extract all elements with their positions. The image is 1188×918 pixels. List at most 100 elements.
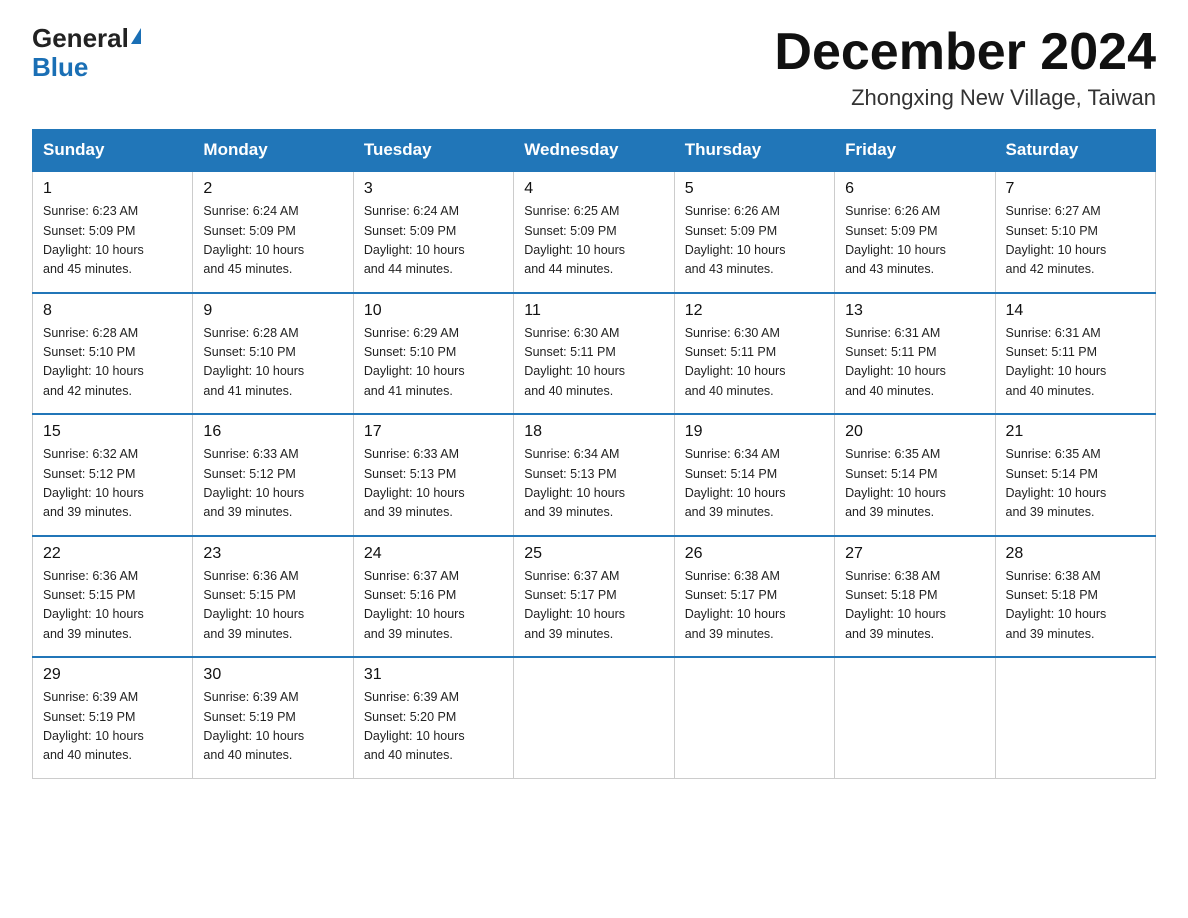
day-info: Sunrise: 6:27 AMSunset: 5:10 PMDaylight:… [1006, 202, 1145, 280]
day-number: 24 [364, 545, 503, 563]
day-number: 27 [845, 545, 984, 563]
logo: General Blue [32, 24, 141, 81]
day-info: Sunrise: 6:30 AMSunset: 5:11 PMDaylight:… [524, 324, 663, 402]
day-info: Sunrise: 6:33 AMSunset: 5:13 PMDaylight:… [364, 445, 503, 523]
day-info: Sunrise: 6:39 AMSunset: 5:19 PMDaylight:… [203, 688, 342, 766]
day-number: 17 [364, 423, 503, 441]
empty-cell [995, 657, 1155, 778]
day-info: Sunrise: 6:34 AMSunset: 5:14 PMDaylight:… [685, 445, 824, 523]
day-info: Sunrise: 6:28 AMSunset: 5:10 PMDaylight:… [203, 324, 342, 402]
day-info: Sunrise: 6:38 AMSunset: 5:18 PMDaylight:… [845, 567, 984, 645]
day-number: 22 [43, 545, 182, 563]
day-number: 1 [43, 180, 182, 198]
day-number: 11 [524, 302, 663, 320]
day-number: 9 [203, 302, 342, 320]
calendar-day-cell: 4 Sunrise: 6:25 AMSunset: 5:09 PMDaylight… [514, 171, 674, 293]
calendar-day-cell: 24Sunrise: 6:37 AMSunset: 5:16 PMDayligh… [353, 536, 513, 658]
day-info: Sunrise: 6:31 AMSunset: 5:11 PMDaylight:… [845, 324, 984, 402]
day-info: Sunrise: 6:25 AMSunset: 5:09 PMDaylight:… [524, 202, 663, 280]
calendar-day-cell: 20Sunrise: 6:35 AMSunset: 5:14 PMDayligh… [835, 414, 995, 536]
weekday-header-monday: Monday [193, 130, 353, 172]
day-number: 15 [43, 423, 182, 441]
month-title: December 2024 [774, 24, 1156, 81]
weekday-header-sunday: Sunday [33, 130, 193, 172]
day-number: 4 [524, 180, 663, 198]
day-info: Sunrise: 6:32 AMSunset: 5:12 PMDaylight:… [43, 445, 182, 523]
day-info: Sunrise: 6:35 AMSunset: 5:14 PMDaylight:… [845, 445, 984, 523]
calendar-day-cell: 12 Sunrise: 6:30 AMSunset: 5:11 PMDayligh… [674, 293, 834, 415]
calendar-day-cell: 27 Sunrise: 6:38 AMSunset: 5:18 PMDayligh… [835, 536, 995, 658]
weekday-header-tuesday: Tuesday [353, 130, 513, 172]
day-number: 28 [1006, 545, 1145, 563]
calendar-week-row: 15 Sunrise: 6:32 AMSunset: 5:12 PMDayligh… [33, 414, 1156, 536]
day-info: Sunrise: 6:30 AMSunset: 5:11 PMDaylight:… [685, 324, 824, 402]
empty-cell [514, 657, 674, 778]
calendar-day-cell: 31Sunrise: 6:39 AMSunset: 5:20 PMDayligh… [353, 657, 513, 778]
calendar-week-row: 1 Sunrise: 6:23 AMSunset: 5:09 PMDaylight… [33, 171, 1156, 293]
calendar-week-row: 8 Sunrise: 6:28 AMSunset: 5:10 PMDaylight… [33, 293, 1156, 415]
day-info: Sunrise: 6:24 AMSunset: 5:09 PMDaylight:… [203, 202, 342, 280]
day-info: Sunrise: 6:26 AMSunset: 5:09 PMDaylight:… [685, 202, 824, 280]
day-number: 2 [203, 180, 342, 198]
calendar-day-cell: 17 Sunrise: 6:33 AMSunset: 5:13 PMDayligh… [353, 414, 513, 536]
day-info: Sunrise: 6:37 AMSunset: 5:17 PMDaylight:… [524, 567, 663, 645]
day-number: 8 [43, 302, 182, 320]
day-number: 26 [685, 545, 824, 563]
day-info: Sunrise: 6:29 AMSunset: 5:10 PMDaylight:… [364, 324, 503, 402]
day-number: 19 [685, 423, 824, 441]
day-number: 14 [1006, 302, 1145, 320]
calendar-table: SundayMondayTuesdayWednesdayThursdayFrid… [32, 129, 1156, 779]
calendar-day-cell: 9 Sunrise: 6:28 AMSunset: 5:10 PMDaylight… [193, 293, 353, 415]
day-number: 18 [524, 423, 663, 441]
calendar-day-cell: 15 Sunrise: 6:32 AMSunset: 5:12 PMDayligh… [33, 414, 193, 536]
day-number: 29 [43, 666, 182, 684]
weekday-header-wednesday: Wednesday [514, 130, 674, 172]
day-number: 12 [685, 302, 824, 320]
calendar-week-row: 29 Sunrise: 6:39 AMSunset: 5:19 PMDayligh… [33, 657, 1156, 778]
calendar-day-cell: 2 Sunrise: 6:24 AMSunset: 5:09 PMDaylight… [193, 171, 353, 293]
day-number: 6 [845, 180, 984, 198]
weekday-header-saturday: Saturday [995, 130, 1155, 172]
day-number: 7 [1006, 180, 1145, 198]
day-info: Sunrise: 6:38 AMSunset: 5:17 PMDaylight:… [685, 567, 824, 645]
logo-blue: Blue [32, 52, 88, 82]
calendar-day-cell: 7 Sunrise: 6:27 AMSunset: 5:10 PMDaylight… [995, 171, 1155, 293]
calendar-day-cell: 6 Sunrise: 6:26 AMSunset: 5:09 PMDaylight… [835, 171, 995, 293]
day-info: Sunrise: 6:24 AMSunset: 5:09 PMDaylight:… [364, 202, 503, 280]
calendar-day-cell: 16Sunrise: 6:33 AMSunset: 5:12 PMDayligh… [193, 414, 353, 536]
day-info: Sunrise: 6:39 AMSunset: 5:19 PMDaylight:… [43, 688, 182, 766]
day-number: 10 [364, 302, 503, 320]
calendar-day-cell: 28Sunrise: 6:38 AMSunset: 5:18 PMDayligh… [995, 536, 1155, 658]
day-info: Sunrise: 6:26 AMSunset: 5:09 PMDaylight:… [845, 202, 984, 280]
logo-triangle-icon [131, 28, 141, 44]
day-info: Sunrise: 6:23 AMSunset: 5:09 PMDaylight:… [43, 202, 182, 280]
day-number: 30 [203, 666, 342, 684]
calendar-day-cell: 10 Sunrise: 6:29 AMSunset: 5:10 PMDayligh… [353, 293, 513, 415]
calendar-day-cell: 26 Sunrise: 6:38 AMSunset: 5:17 PMDayligh… [674, 536, 834, 658]
calendar-day-cell: 19 Sunrise: 6:34 AMSunset: 5:14 PMDayligh… [674, 414, 834, 536]
day-number: 16 [203, 423, 342, 441]
day-info: Sunrise: 6:36 AMSunset: 5:15 PMDaylight:… [43, 567, 182, 645]
calendar-day-cell: 1 Sunrise: 6:23 AMSunset: 5:09 PMDaylight… [33, 171, 193, 293]
logo-general: General [32, 24, 129, 53]
calendar-day-cell: 23Sunrise: 6:36 AMSunset: 5:15 PMDayligh… [193, 536, 353, 658]
calendar-day-cell: 29 Sunrise: 6:39 AMSunset: 5:19 PMDayligh… [33, 657, 193, 778]
calendar-day-cell: 8Sunrise: 6:28 AMSunset: 5:10 PMDaylight… [33, 293, 193, 415]
calendar-day-cell: 22 Sunrise: 6:36 AMSunset: 5:15 PMDayligh… [33, 536, 193, 658]
calendar-day-cell: 5Sunrise: 6:26 AMSunset: 5:09 PMDaylight… [674, 171, 834, 293]
calendar-day-cell: 3 Sunrise: 6:24 AMSunset: 5:09 PMDaylight… [353, 171, 513, 293]
calendar-day-cell: 30 Sunrise: 6:39 AMSunset: 5:19 PMDayligh… [193, 657, 353, 778]
day-number: 13 [845, 302, 984, 320]
day-info: Sunrise: 6:34 AMSunset: 5:13 PMDaylight:… [524, 445, 663, 523]
day-number: 25 [524, 545, 663, 563]
page-header: General Blue December 2024 Zhongxing New… [32, 24, 1156, 111]
calendar-header-row: SundayMondayTuesdayWednesdayThursdayFrid… [33, 130, 1156, 172]
calendar-day-cell: 13 Sunrise: 6:31 AMSunset: 5:11 PMDayligh… [835, 293, 995, 415]
day-info: Sunrise: 6:35 AMSunset: 5:14 PMDaylight:… [1006, 445, 1145, 523]
weekday-header-thursday: Thursday [674, 130, 834, 172]
day-info: Sunrise: 6:39 AMSunset: 5:20 PMDaylight:… [364, 688, 503, 766]
day-info: Sunrise: 6:36 AMSunset: 5:15 PMDaylight:… [203, 567, 342, 645]
calendar-day-cell: 25 Sunrise: 6:37 AMSunset: 5:17 PMDayligh… [514, 536, 674, 658]
day-number: 3 [364, 180, 503, 198]
day-info: Sunrise: 6:31 AMSunset: 5:11 PMDaylight:… [1006, 324, 1145, 402]
